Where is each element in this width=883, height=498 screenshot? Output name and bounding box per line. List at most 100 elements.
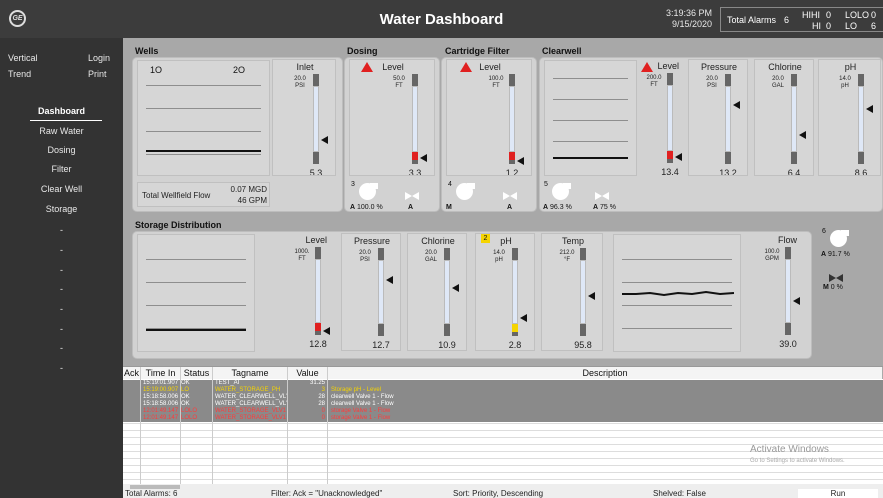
nav-item-storage[interactable]: Storage: [0, 204, 123, 214]
cartridge-level-gauge[interactable]: Level 100.0 FT 1.2: [446, 59, 532, 176]
nav-item-clear-well[interactable]: Clear Well: [0, 184, 123, 194]
clearwell-pressure-hi-limit: [725, 74, 731, 86]
dosing-pump-icon[interactable]: [359, 183, 378, 200]
clearwell-valve-icon[interactable]: [595, 192, 609, 200]
storage-flow-trend-line: [622, 290, 734, 297]
clearwell-pump-number: 5: [544, 181, 548, 188]
wellfield-flow-gpm: 46 GPM: [237, 196, 267, 205]
alarm-cell-status: LOLO: [181, 408, 198, 414]
storage-pressure-hi-limit: [378, 248, 384, 260]
nav-item-blank-6[interactable]: -: [0, 225, 123, 235]
nav-item-dosing[interactable]: Dosing: [0, 145, 123, 155]
storage-pressure-lo-limit: [378, 324, 384, 336]
storage-temp-hi-limit: [580, 248, 586, 260]
storage-level-trend[interactable]: [137, 234, 255, 352]
nav-item-blank-11[interactable]: -: [0, 324, 123, 334]
cartridge-pump-mode: M: [446, 204, 452, 211]
run-button[interactable]: Run: [798, 489, 878, 498]
clearwell-trend[interactable]: [544, 60, 637, 176]
alarm-row[interactable]: 15:18:58.006 OK WATER_CLEARWELL_VL' 28 clear…: [123, 394, 883, 401]
wells-trend[interactable]: 1O 2O: [137, 60, 270, 176]
clearwell-level-gauge[interactable]: Level 200.0 FT 13.4: [639, 59, 685, 176]
cartridge-valve-icon[interactable]: [503, 192, 517, 200]
alarm-row[interactable]: 12:01:49.147 LOLO WATER_STORAGE_VLV1 0 stora…: [123, 408, 883, 415]
nav-item-blank-8[interactable]: -: [0, 265, 123, 275]
grid-column-divider: [212, 367, 213, 485]
grid-empty-row-line: [123, 423, 883, 424]
storage-valve-icon[interactable]: [829, 274, 843, 282]
trend-button[interactable]: Trend: [8, 69, 31, 79]
inlet-value: 5.3: [309, 168, 323, 176]
total-alarms-label: Total Alarms: [727, 15, 777, 25]
clearwell-heading: Clearwell: [542, 46, 582, 56]
column-header-time-in[interactable]: Time In: [141, 367, 181, 379]
nav-item-filter[interactable]: Filter: [0, 164, 123, 174]
status-shelved: Shelved: False: [653, 489, 706, 498]
alarm-cell-status: OK: [181, 394, 190, 400]
clearwell-ph-gauge[interactable]: pH 14.0 pH 8.6: [818, 59, 881, 176]
storage-pump-icon[interactable]: [830, 230, 849, 247]
cartridge-level-pointer: [517, 157, 524, 165]
clearwell-pump-icon[interactable]: [552, 183, 571, 200]
storage-level-title: Level: [305, 235, 327, 245]
grid-empty-row-line: [123, 479, 883, 480]
column-header-tagname[interactable]: Tagname: [213, 367, 288, 379]
nav-item-blank-9[interactable]: -: [0, 284, 123, 294]
storage-flow-gauge[interactable]: Flow 100.0 GPM 39.0: [741, 233, 803, 351]
nav-item-blank-13[interactable]: -: [0, 363, 123, 373]
nav-item-blank-7[interactable]: -: [0, 245, 123, 255]
dosing-pump-number: 3: [351, 181, 355, 188]
alarm-cell-tag: WATER_STORAGE_VLV1: [215, 408, 287, 414]
storage-temp-lo-limit: [580, 324, 586, 336]
inlet-title: Inlet: [296, 62, 314, 72]
storage-temp-gauge[interactable]: Temp 212.0 °F 95.8: [541, 233, 603, 351]
nav-item-blank-10[interactable]: -: [0, 304, 123, 314]
nav-item-blank-12[interactable]: -: [0, 343, 123, 353]
status-filter: Filter: Ack = "Unacknowledged": [271, 489, 383, 498]
storage-level-gauge[interactable]: Level 1000. FT 12.8: [271, 233, 333, 351]
column-header-status[interactable]: Status: [181, 367, 213, 379]
dosing-level-alarm-fill: [412, 152, 418, 160]
nav-item-dashboard[interactable]: Dashboard: [0, 106, 123, 116]
column-header-value[interactable]: Value: [288, 367, 328, 379]
alarm-row[interactable]: 15:18:58.006 OK WATER_CLEARWELL_VL' 28 clear…: [123, 401, 883, 408]
dosing-level-gauge[interactable]: Level 50.0 FT 3.3: [349, 59, 435, 176]
cartridge-pump-icon[interactable]: [456, 183, 475, 200]
alarm-cell-time: 15:18:58.006: [143, 401, 179, 407]
login-button[interactable]: Login: [88, 53, 110, 63]
storage-flow-trend[interactable]: [613, 234, 741, 352]
sidebar: Vertical Login Trend Print Dashboard Raw …: [0, 38, 123, 498]
storage-flow-value: 39.0: [779, 339, 797, 349]
storage-ph-gauge[interactable]: pH 14.0 pH 2.8: [475, 233, 535, 351]
clearwell-pressure-bar: [725, 86, 731, 152]
dosing-valve-icon[interactable]: [405, 192, 419, 200]
inlet-scale: 20.0 PSI: [294, 76, 306, 89]
grid-column-divider: [140, 367, 141, 485]
wellfield-flow-box: Total Wellfield Flow 0.07 MGD 46 GPM: [137, 182, 270, 207]
inlet-gauge[interactable]: Inlet 20.0 PSI 5.3: [272, 59, 336, 176]
alarm-row[interactable]: 15:19:01.907 OK TEST_AI 31.25: [123, 380, 883, 387]
storage-chlorine-gauge[interactable]: Chlorine 20.0 GAL 10.9: [407, 233, 467, 351]
vertical-button[interactable]: Vertical: [8, 53, 38, 63]
storage-pressure-gauge[interactable]: Pressure 20.0 PSI 12.7: [341, 233, 401, 351]
alarm-summary[interactable]: Total Alarms 6 HIHI 0 HI 0 LOLO 0 LO 6: [720, 7, 883, 32]
clearwell-valve-status: A 75 %: [593, 204, 616, 211]
clearwell-chlorine-gauge[interactable]: Chlorine 20.0 GAL 6.4: [754, 59, 814, 176]
alarm-row[interactable]: 15:19:00.907 LO WATER_STORAGE_PH 3 Storage p…: [123, 387, 883, 394]
print-button[interactable]: Print: [88, 69, 107, 79]
clearwell-pump-status: A 96.3 %: [543, 204, 572, 211]
column-header-description[interactable]: Description: [328, 367, 883, 379]
alarm-row[interactable]: 12:01:49.147 LOLO WATER_STORAGE_VLV1 0 stora…: [123, 415, 883, 422]
grid-empty-row-line: [123, 430, 883, 431]
hihi-count: 0: [826, 10, 832, 20]
storage-temp-pointer: [588, 292, 595, 300]
clearwell-chlorine-value: 6.4: [787, 168, 801, 176]
total-alarms-count: 6: [784, 15, 790, 25]
nav-item-raw-water[interactable]: Raw Water: [0, 126, 123, 136]
clearwell-chlorine-pointer: [799, 131, 806, 139]
clock: 3:19:36 PM 9/15/2020: [664, 8, 712, 30]
storage-pump-number: 6: [822, 228, 826, 235]
column-header-ack[interactable]: Ack: [123, 367, 141, 379]
clearwell-trend-line: [553, 157, 628, 159]
clearwell-pressure-gauge[interactable]: Pressure 20.0 PSI 13.2: [688, 59, 748, 176]
